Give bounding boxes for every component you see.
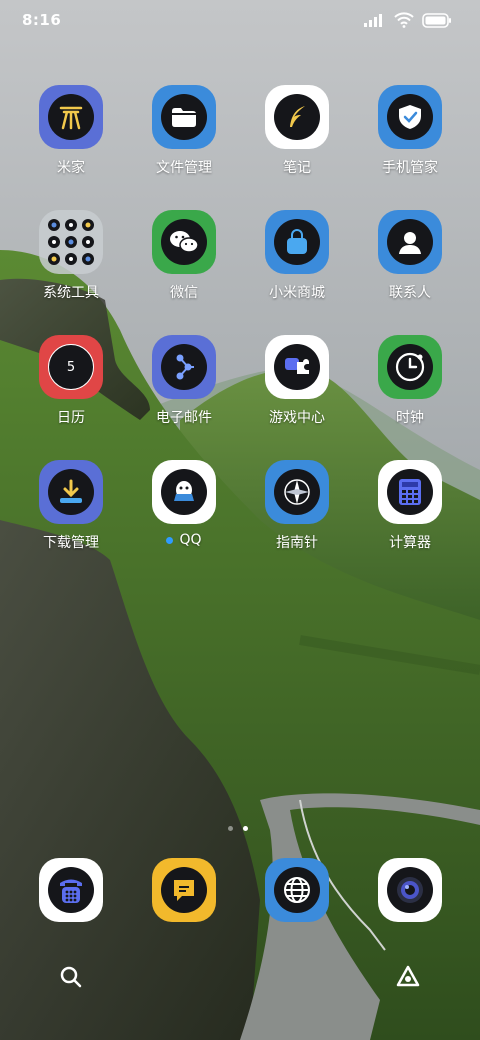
app-folder-system-tools[interactable]: 系统工具	[15, 210, 127, 320]
app-label: 文件管理	[156, 160, 212, 176]
app-qq[interactable]: QQ	[128, 460, 240, 570]
app-mijia[interactable]: 米家	[15, 85, 127, 195]
page-dot[interactable]	[228, 826, 233, 831]
messages-icon[interactable]	[152, 858, 216, 922]
app-calculator[interactable]: 计算器	[354, 460, 466, 570]
note-icon	[265, 85, 329, 149]
app-label: 游戏中心	[269, 410, 325, 426]
app-security[interactable]: 手机管家	[354, 85, 466, 195]
status-bar: 8:16	[0, 0, 480, 40]
app-label: 日历	[57, 410, 85, 426]
browser-globe-icon[interactable]	[265, 858, 329, 922]
dock	[0, 856, 480, 926]
app-label: 微信	[170, 285, 198, 301]
folder-grid-icon	[39, 210, 103, 274]
game-puzzle-icon	[265, 335, 329, 399]
mijia-icon	[39, 85, 103, 149]
calendar-icon: 5	[39, 335, 103, 399]
phone-icon[interactable]	[39, 858, 103, 922]
page-dot-active[interactable]	[243, 826, 248, 831]
contact-icon	[378, 210, 442, 274]
app-game-center[interactable]: 游戏中心	[241, 335, 353, 445]
app-label: 系统工具	[43, 285, 99, 301]
app-mi-store[interactable]: 小米商城	[241, 210, 353, 320]
app-label: 电子邮件	[156, 410, 212, 426]
status-time: 8:16	[22, 11, 62, 29]
app-label: 手机管家	[382, 160, 438, 176]
camera-icon[interactable]	[378, 858, 442, 922]
app-clock[interactable]: 时钟	[354, 335, 466, 445]
qq-icon	[152, 460, 216, 524]
calendar-day: 5	[66, 359, 76, 375]
app-wechat[interactable]: 微信	[128, 210, 240, 320]
app-downloads[interactable]: 下载管理	[15, 460, 127, 570]
signal-icon	[364, 14, 382, 27]
page-indicator	[228, 826, 248, 831]
new-update-dot	[166, 536, 174, 544]
app-label: 小米商城	[269, 285, 325, 301]
battery-icon	[422, 12, 451, 28]
app-label: 下载管理	[43, 535, 99, 551]
shield-icon	[378, 85, 442, 149]
clock-icon	[378, 335, 442, 399]
app-compass[interactable]: 指南针	[241, 460, 353, 570]
app-contacts[interactable]: 联系人	[354, 210, 466, 320]
share-icon	[152, 335, 216, 399]
search-icon[interactable]	[60, 966, 82, 988]
bottom-bar	[0, 950, 480, 1010]
app-label: 计算器	[389, 535, 431, 551]
compass-icon	[265, 460, 329, 524]
folder-icon	[152, 85, 216, 149]
app-label: QQ	[166, 532, 202, 548]
wechat-icon	[152, 210, 216, 274]
calculator-icon	[378, 460, 442, 524]
app-email[interactable]: 电子邮件	[128, 335, 240, 445]
app-file-manager[interactable]: 文件管理	[128, 85, 240, 195]
app-label: 笔记	[283, 160, 311, 176]
app-label: 米家	[57, 160, 85, 176]
app-notes[interactable]: 笔记	[241, 85, 353, 195]
app-label: 指南针	[276, 535, 318, 551]
ai-assistant-icon[interactable]	[395, 965, 421, 989]
app-label: 时钟	[396, 410, 424, 426]
wifi-icon	[394, 12, 414, 28]
download-icon	[39, 460, 103, 524]
shopping-bag-icon	[265, 210, 329, 274]
app-calendar[interactable]: 5 日历	[15, 335, 127, 445]
app-label: 联系人	[389, 285, 431, 301]
